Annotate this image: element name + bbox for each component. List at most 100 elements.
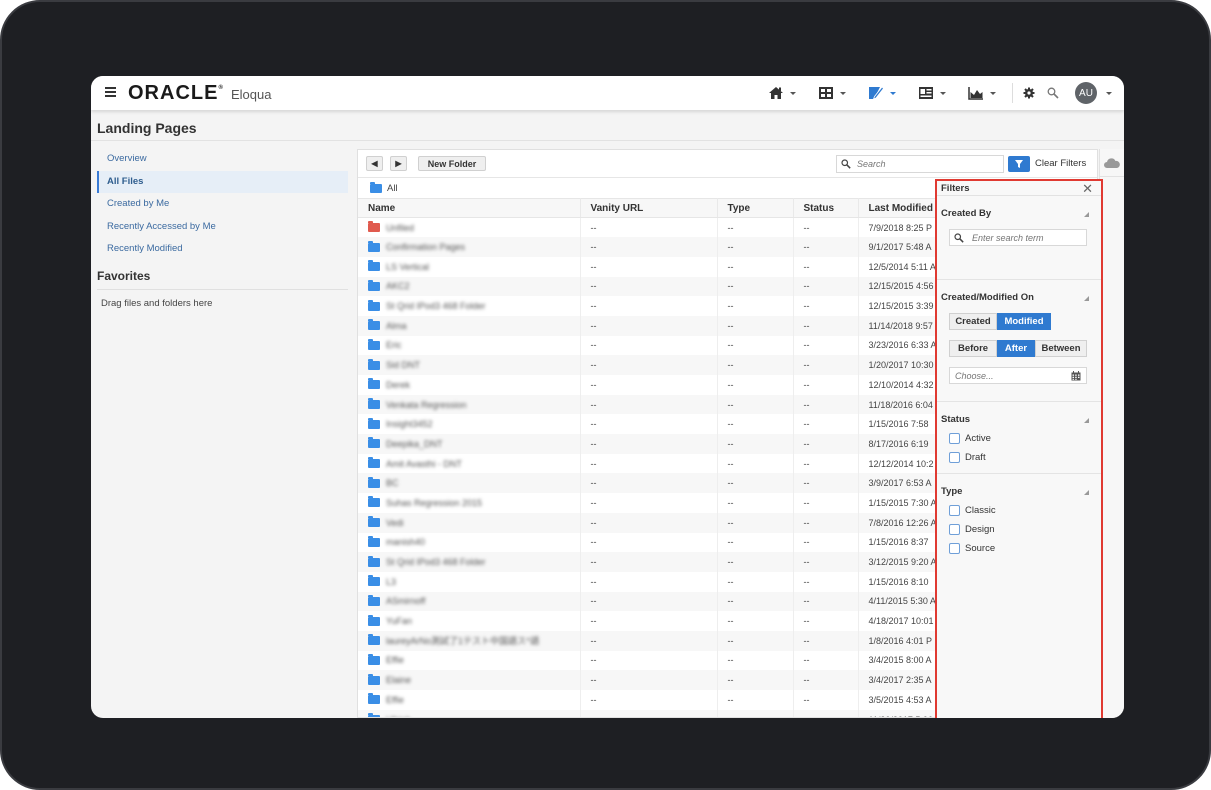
created-by-search-field[interactable] [949, 229, 1087, 246]
sidebar-item-created-by-me[interactable]: Created by Me [97, 193, 348, 216]
checkbox[interactable] [949, 433, 960, 444]
name-cell[interactable]: Effie [358, 690, 581, 710]
name-cell[interactable]: Venkata Regression [358, 394, 581, 415]
after-toggle[interactable]: After [997, 340, 1035, 357]
date-input[interactable] [955, 370, 1055, 381]
checkbox[interactable] [949, 505, 960, 516]
folder-name[interactable]: Venkata Regression [386, 400, 467, 410]
name-cell[interactable]: L3 [358, 571, 581, 592]
name-cell[interactable]: YuFan [358, 611, 581, 631]
folder-name[interactable]: YuFan [386, 616, 412, 626]
folder-name[interactable]: Effie [386, 655, 404, 665]
contacts-menu[interactable] [918, 86, 946, 100]
folder-name[interactable]: Eric [386, 340, 402, 350]
folder-name[interactable]: St Qrid IPod3 468 Folder [386, 557, 486, 567]
new-folder-button[interactable]: New Folder [418, 156, 486, 171]
column-header-vanity-url[interactable]: Vanity URL [580, 198, 718, 218]
folder-name[interactable]: Amit Avasthi - DNT [386, 459, 462, 469]
folder-name[interactable]: Elaine [386, 675, 411, 685]
folder-name[interactable]: Sid DNT [386, 360, 420, 370]
avatar[interactable]: AU [1075, 82, 1097, 104]
type-classic-checkbox[interactable]: Classic [949, 505, 1097, 516]
before-toggle[interactable]: Before [949, 340, 997, 357]
name-cell[interactable]: Deepika_DNT [358, 434, 581, 454]
breadcrumb[interactable]: All [370, 182, 398, 194]
assets-edit-menu[interactable] [868, 86, 896, 100]
name-cell[interactable]: Eric [358, 335, 581, 356]
folder-name[interactable]: AKC2 [386, 281, 410, 291]
folder-name[interactable]: Vedi [386, 518, 404, 528]
folder-name[interactable]: Deepika_DNT [386, 439, 443, 449]
folder-name[interactable]: manish40 [386, 537, 425, 547]
name-cell[interactable]: laureyArNo測試了1テスト中国語ス^語 [358, 630, 581, 651]
name-cell[interactable]: St Qrid IPod3 468 Folder [358, 552, 581, 572]
search-input[interactable] [857, 159, 987, 169]
sidebar-item-overview[interactable]: Overview [97, 148, 348, 171]
cloud-button[interactable] [1100, 149, 1124, 177]
favorites-drop-zone[interactable]: Drag files and folders here [97, 298, 348, 309]
name-cell[interactable]: Amit Avasthi - DNT [358, 453, 581, 474]
name-cell[interactable]: LS Vertical [358, 256, 581, 277]
sidebar-item-recently-accessed[interactable]: Recently Accessed by Me [97, 216, 348, 239]
settings-button[interactable] [1023, 87, 1035, 99]
folder-name[interactable]: BC [386, 478, 399, 488]
name-cell[interactable]: Sid DNT [358, 355, 581, 375]
name-cell[interactable]: Alma [358, 315, 581, 336]
sidebar-item-recently-modified[interactable]: Recently Modified [97, 238, 348, 261]
assets-menu[interactable] [818, 86, 846, 100]
type-source-checkbox[interactable]: Source [949, 543, 1097, 554]
name-cell[interactable]: Confirmation Pages [358, 237, 581, 257]
modified-toggle[interactable]: Modified [997, 313, 1051, 330]
folder-name[interactable]: LS Vertical [386, 262, 429, 272]
created-by-search-input[interactable] [972, 232, 1082, 243]
hamburger-menu-icon[interactable] [105, 86, 116, 98]
collapse-triangle-icon[interactable] [1084, 212, 1089, 217]
calendar-icon[interactable] [1071, 370, 1081, 381]
status-active-checkbox[interactable]: Active [949, 433, 1097, 444]
folder-name[interactable]: ASmirnoff [386, 596, 425, 606]
folder-name[interactable]: St Qrid IPod3 468 Folder [386, 301, 486, 311]
collapse-triangle-icon[interactable] [1084, 418, 1089, 423]
collapse-triangle-icon[interactable] [1084, 296, 1089, 301]
folder-name[interactable]: Insight3452 [386, 419, 433, 429]
name-cell[interactable]: Derek [358, 375, 581, 395]
name-cell[interactable]: Vedi [358, 512, 581, 533]
name-cell[interactable]: manish40 [358, 532, 581, 553]
name-cell[interactable]: St Qrid IPod3 468 Folder [358, 296, 581, 316]
insight-menu[interactable] [968, 86, 996, 100]
name-cell[interactable]: Ullrich [358, 709, 581, 717]
close-icon[interactable]: ✕ [1082, 182, 1093, 195]
home-menu[interactable] [768, 86, 796, 100]
folder-name[interactable]: Suhas Regression 2015 [386, 498, 482, 508]
type-design-checkbox[interactable]: Design [949, 524, 1097, 535]
column-header-name[interactable]: Name [358, 198, 581, 218]
folder-name[interactable]: Derek [386, 380, 410, 390]
column-header-type[interactable]: Type [717, 198, 794, 218]
folder-name[interactable]: Confirmation Pages [386, 242, 465, 252]
checkbox[interactable] [949, 524, 960, 535]
folder-name[interactable]: Ullrich [386, 715, 411, 717]
name-cell[interactable]: Effie [358, 650, 581, 671]
name-cell[interactable]: Elaine [358, 670, 581, 690]
filter-button[interactable] [1008, 156, 1030, 172]
global-search-button[interactable] [1047, 87, 1059, 99]
name-cell[interactable]: Suhas Regression 2015 [358, 493, 581, 513]
name-cell[interactable]: Insight3452 [358, 414, 581, 435]
folder-name[interactable]: Unfiled [386, 223, 414, 233]
name-cell[interactable]: BC [358, 473, 581, 494]
back-button[interactable]: ◀ [366, 156, 383, 171]
name-cell[interactable]: ASmirnoff [358, 591, 581, 612]
folder-name[interactable]: laureyArNo測試了1テスト中国語ス^語 [386, 634, 539, 647]
search-field[interactable] [836, 155, 1004, 173]
checkbox[interactable] [949, 452, 960, 463]
breadcrumb-all[interactable]: All [387, 183, 398, 194]
folder-name[interactable]: Effie [386, 695, 404, 705]
folder-name[interactable]: L3 [386, 577, 396, 587]
sidebar-item-all-files[interactable]: All Files [97, 170, 348, 193]
name-cell[interactable]: Unfiled [358, 217, 581, 238]
checkbox[interactable] [949, 543, 960, 554]
folder-name[interactable]: Alma [386, 321, 407, 331]
column-header-status[interactable]: Status [793, 198, 859, 218]
clear-filters-link[interactable]: Clear Filters [1035, 158, 1086, 169]
name-cell[interactable]: AKC2 [358, 276, 581, 297]
